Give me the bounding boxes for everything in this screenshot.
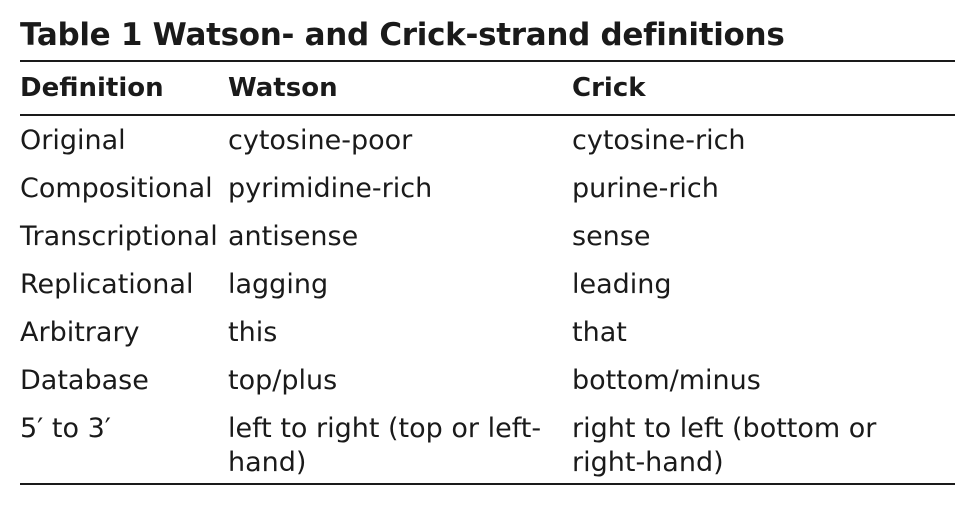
table-row: Compositional pyrimidine-rich purine-ric… bbox=[20, 165, 955, 213]
table-title: Table 1 Watson- and Crick-strand definit… bbox=[20, 17, 785, 53]
cell-crick: bottom/minus bbox=[572, 365, 761, 396]
cell-watson: lagging bbox=[228, 269, 329, 300]
header-definition: Definition bbox=[20, 61, 228, 116]
cell-definition: Compositional bbox=[20, 173, 213, 204]
table-row: Database top/plus bottom/minus bbox=[20, 357, 955, 405]
table-row: Original cytosine-poor cytosine-rich bbox=[20, 115, 955, 165]
cell-watson: left to right (top or left-hand) bbox=[228, 413, 542, 478]
cell-watson: this bbox=[228, 317, 278, 348]
table-container: Table 1 Watson- and Crick-strand definit… bbox=[20, 14, 955, 485]
header-watson: Watson bbox=[228, 61, 572, 116]
cell-definition: Arbitrary bbox=[20, 317, 140, 348]
cell-definition: Database bbox=[20, 365, 149, 396]
cell-definition: 5′ to 3′ bbox=[20, 413, 111, 444]
cell-watson: cytosine-poor bbox=[228, 125, 413, 156]
table-row: Transcriptional antisense sense bbox=[20, 213, 955, 261]
table-row: 5′ to 3′ left to right (top or left-hand… bbox=[20, 405, 955, 484]
table-row: Arbitrary this that bbox=[20, 309, 955, 357]
cell-crick: sense bbox=[572, 221, 651, 252]
header-row: Definition Watson Crick bbox=[20, 61, 955, 116]
cell-definition: Transcriptional bbox=[20, 221, 218, 252]
definitions-table: Definition Watson Crick Original cytosin… bbox=[20, 60, 955, 485]
cell-watson: pyrimidine-rich bbox=[228, 173, 433, 204]
cell-definition: Original bbox=[20, 125, 126, 156]
header-crick: Crick bbox=[572, 61, 955, 116]
cell-crick: cytosine-rich bbox=[572, 125, 746, 156]
cell-definition: Replicational bbox=[20, 269, 194, 300]
cell-crick: leading bbox=[572, 269, 672, 300]
cell-watson: top/plus bbox=[228, 365, 338, 396]
table-row: Replicational lagging leading bbox=[20, 261, 955, 309]
cell-crick: that bbox=[572, 317, 627, 348]
cell-crick: right to left (bottom or right-hand) bbox=[572, 413, 877, 478]
cell-crick: purine-rich bbox=[572, 173, 719, 204]
cell-watson: antisense bbox=[228, 221, 359, 252]
